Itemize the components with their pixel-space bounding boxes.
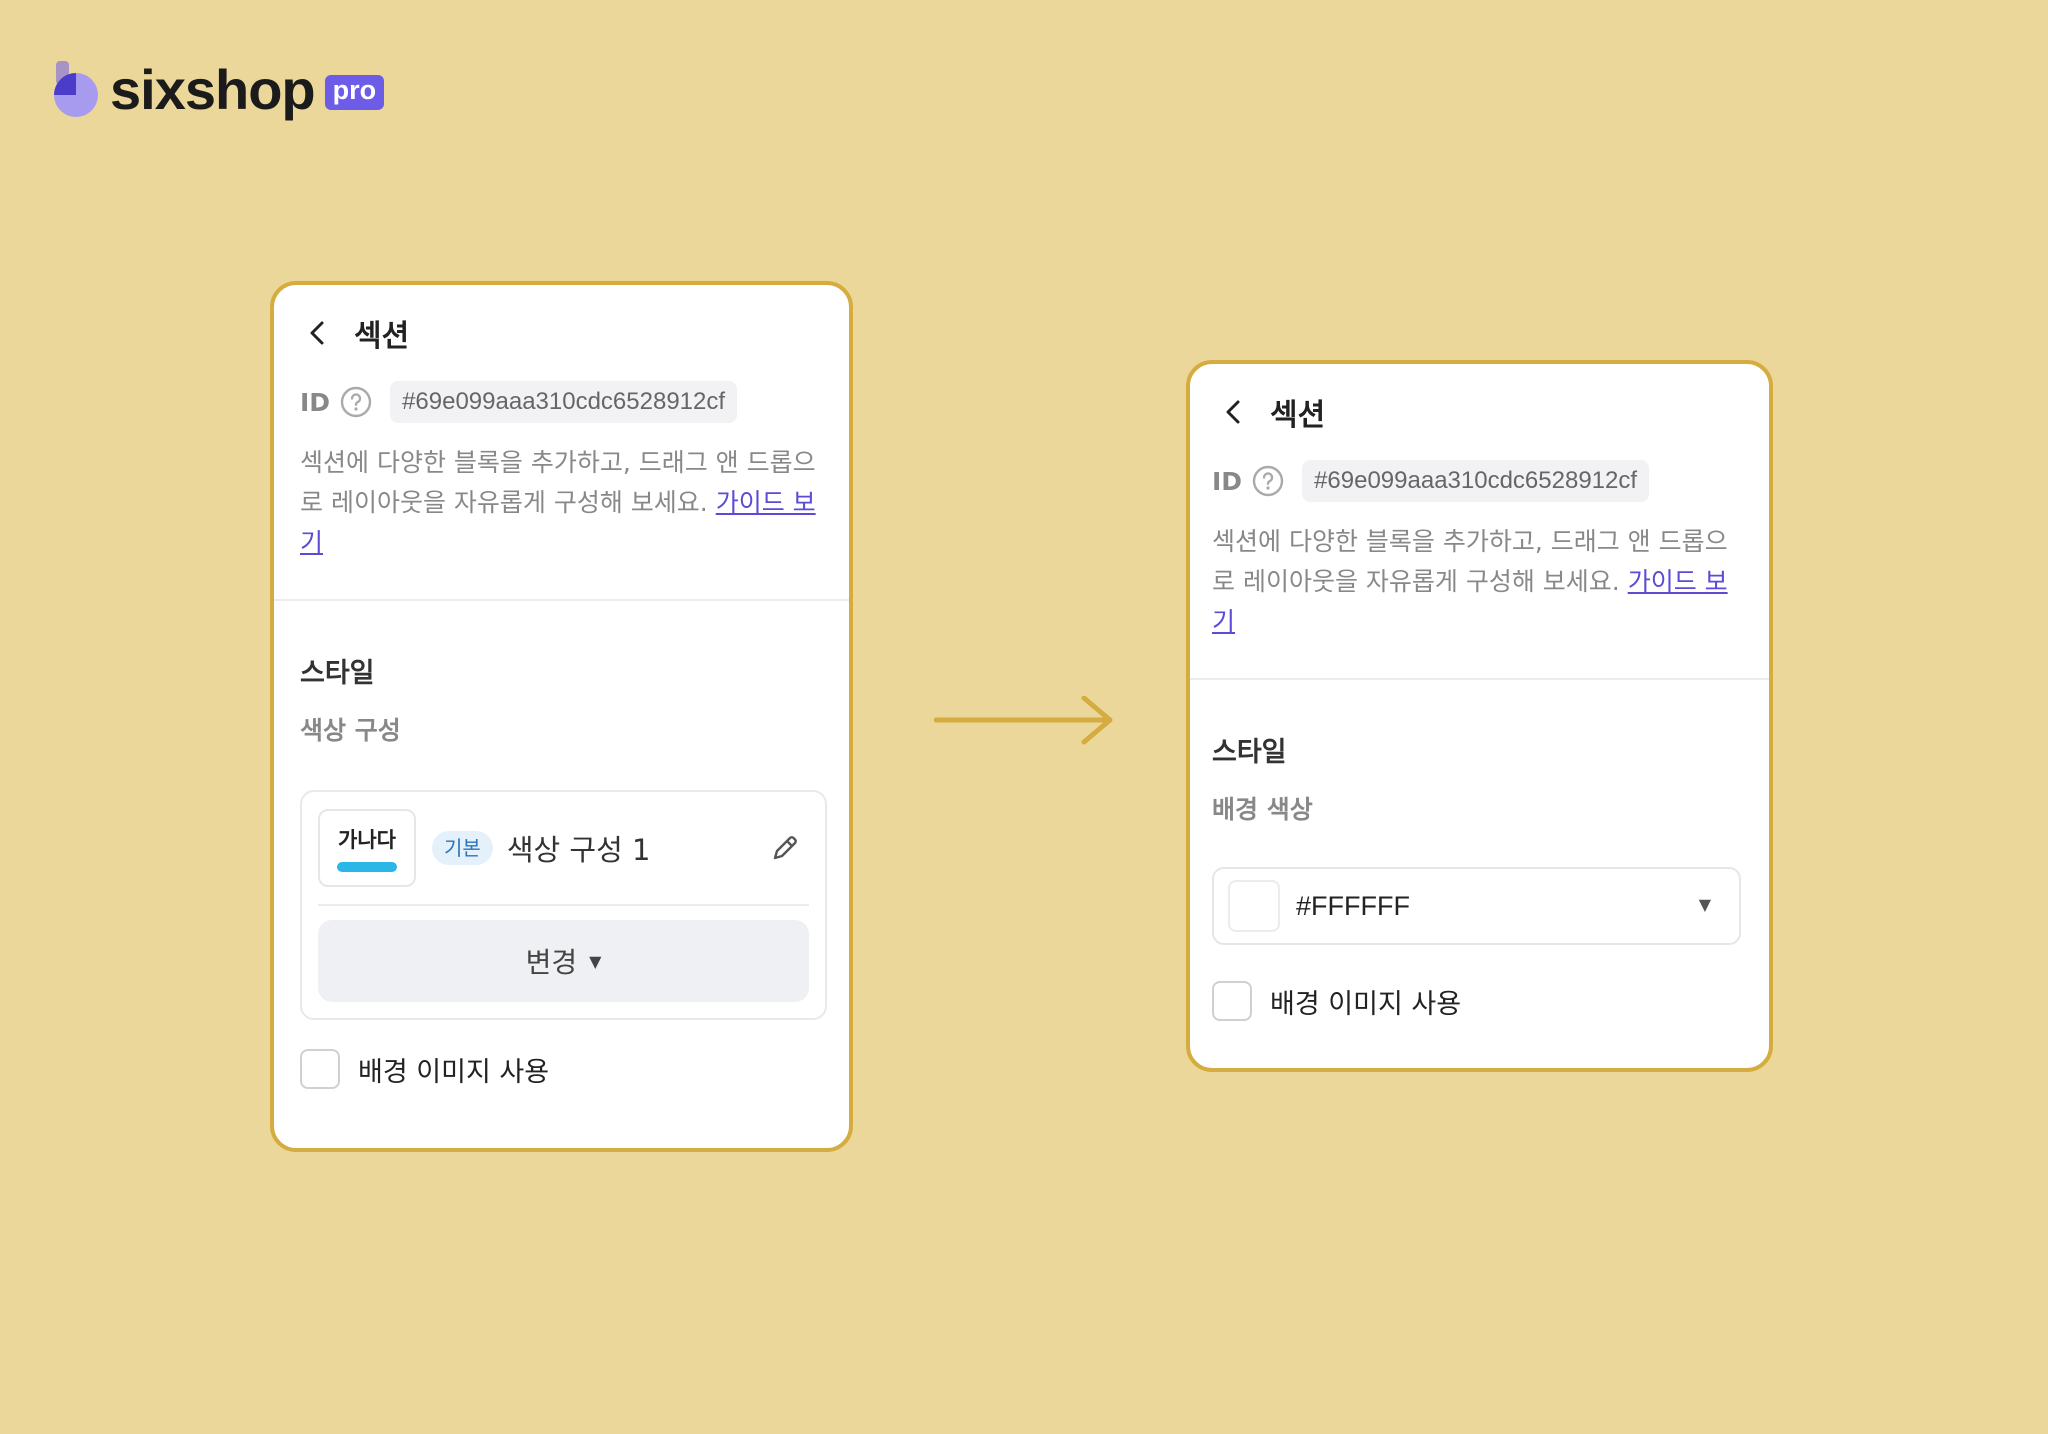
bg-color-select[interactable]: #FFFFFF ▼ — [1212, 867, 1741, 945]
color-scheme-name: 색상 구성 1 — [506, 833, 651, 867]
help-icon[interactable] — [1252, 465, 1284, 497]
panel-title: 섹션 — [1270, 398, 1326, 433]
style-heading: 스타일 — [1212, 737, 1287, 768]
logo-wordmark: sixshop — [110, 58, 316, 121]
bg-image-label: 배경 이미지 사용 — [358, 1056, 550, 1088]
panel-title: 섹션 — [354, 319, 410, 354]
bg-color-label: 배경 색상 — [1212, 795, 1313, 824]
color-scheme-row: 가나다 기본 색상 구성 1 — [302, 792, 825, 904]
bg-image-checkbox[interactable] — [1212, 981, 1252, 1021]
section-id-chip[interactable]: #69e099aaa310cdc6528912cf — [1302, 460, 1650, 502]
color-scheme-swatch: 가나다 — [318, 809, 416, 887]
logo-mark-icon — [52, 61, 98, 119]
help-icon[interactable] — [340, 386, 372, 418]
section-panel-before: 섹션 ID #69e099aaa310cdc6528912cf 섹션에 다양한 … — [270, 281, 853, 1152]
section-id-chip[interactable]: #69e099aaa310cdc6528912cf — [390, 381, 738, 423]
section-panel-after: 섹션 ID #69e099aaa310cdc6528912cf 섹션에 다양한 … — [1186, 360, 1773, 1072]
section-description: 섹션에 다양한 블록을 추가하고, 드래그 앤 드롭으로 레이아웃을 자유롭게 … — [1212, 527, 1728, 636]
bg-color-swatch — [1228, 880, 1280, 932]
swatch-accent-bar — [337, 862, 397, 872]
logo-pro-badge: pro — [324, 74, 385, 110]
change-button[interactable]: 변경 ▼ — [318, 920, 809, 1002]
id-row: ID #69e099aaa310cdc6528912cf — [1190, 460, 1769, 502]
id-row: ID #69e099aaa310cdc6528912cf — [274, 381, 849, 423]
arrow-right-icon — [933, 695, 1114, 756]
id-label: ID — [300, 387, 331, 417]
color-scheme-card: 가나다 기본 색상 구성 1 변경 ▼ — [300, 790, 827, 1020]
change-button-label: 변경 — [525, 946, 578, 979]
bg-color-value: #FFFFFF — [1296, 890, 1410, 921]
color-scheme-label: 색상 구성 — [300, 716, 401, 745]
caret-down-icon: ▼ — [1698, 895, 1711, 914]
panel-header: 섹션 — [274, 285, 849, 381]
chevron-left-icon[interactable] — [1224, 398, 1248, 426]
chevron-left-icon[interactable] — [308, 319, 332, 347]
sixshop-logo: sixshop pro — [52, 58, 385, 121]
bg-image-option[interactable]: 배경 이미지 사용 — [300, 1049, 549, 1089]
bg-image-label: 배경 이미지 사용 — [1270, 988, 1462, 1020]
default-badge: 기본 — [432, 831, 493, 865]
id-label: ID — [1212, 466, 1243, 496]
bg-image-checkbox[interactable] — [300, 1049, 340, 1089]
bg-image-option[interactable]: 배경 이미지 사용 — [1212, 981, 1461, 1021]
style-heading: 스타일 — [300, 658, 375, 689]
caret-down-icon: ▼ — [589, 951, 602, 971]
swatch-sample-text: 가나다 — [338, 828, 396, 852]
section-description: 섹션에 다양한 블록을 추가하고, 드래그 앤 드롭으로 레이아웃을 자유롭게 … — [300, 448, 816, 557]
panel-header: 섹션 — [1190, 364, 1769, 460]
pencil-icon[interactable] — [769, 832, 801, 864]
divider — [318, 904, 809, 906]
